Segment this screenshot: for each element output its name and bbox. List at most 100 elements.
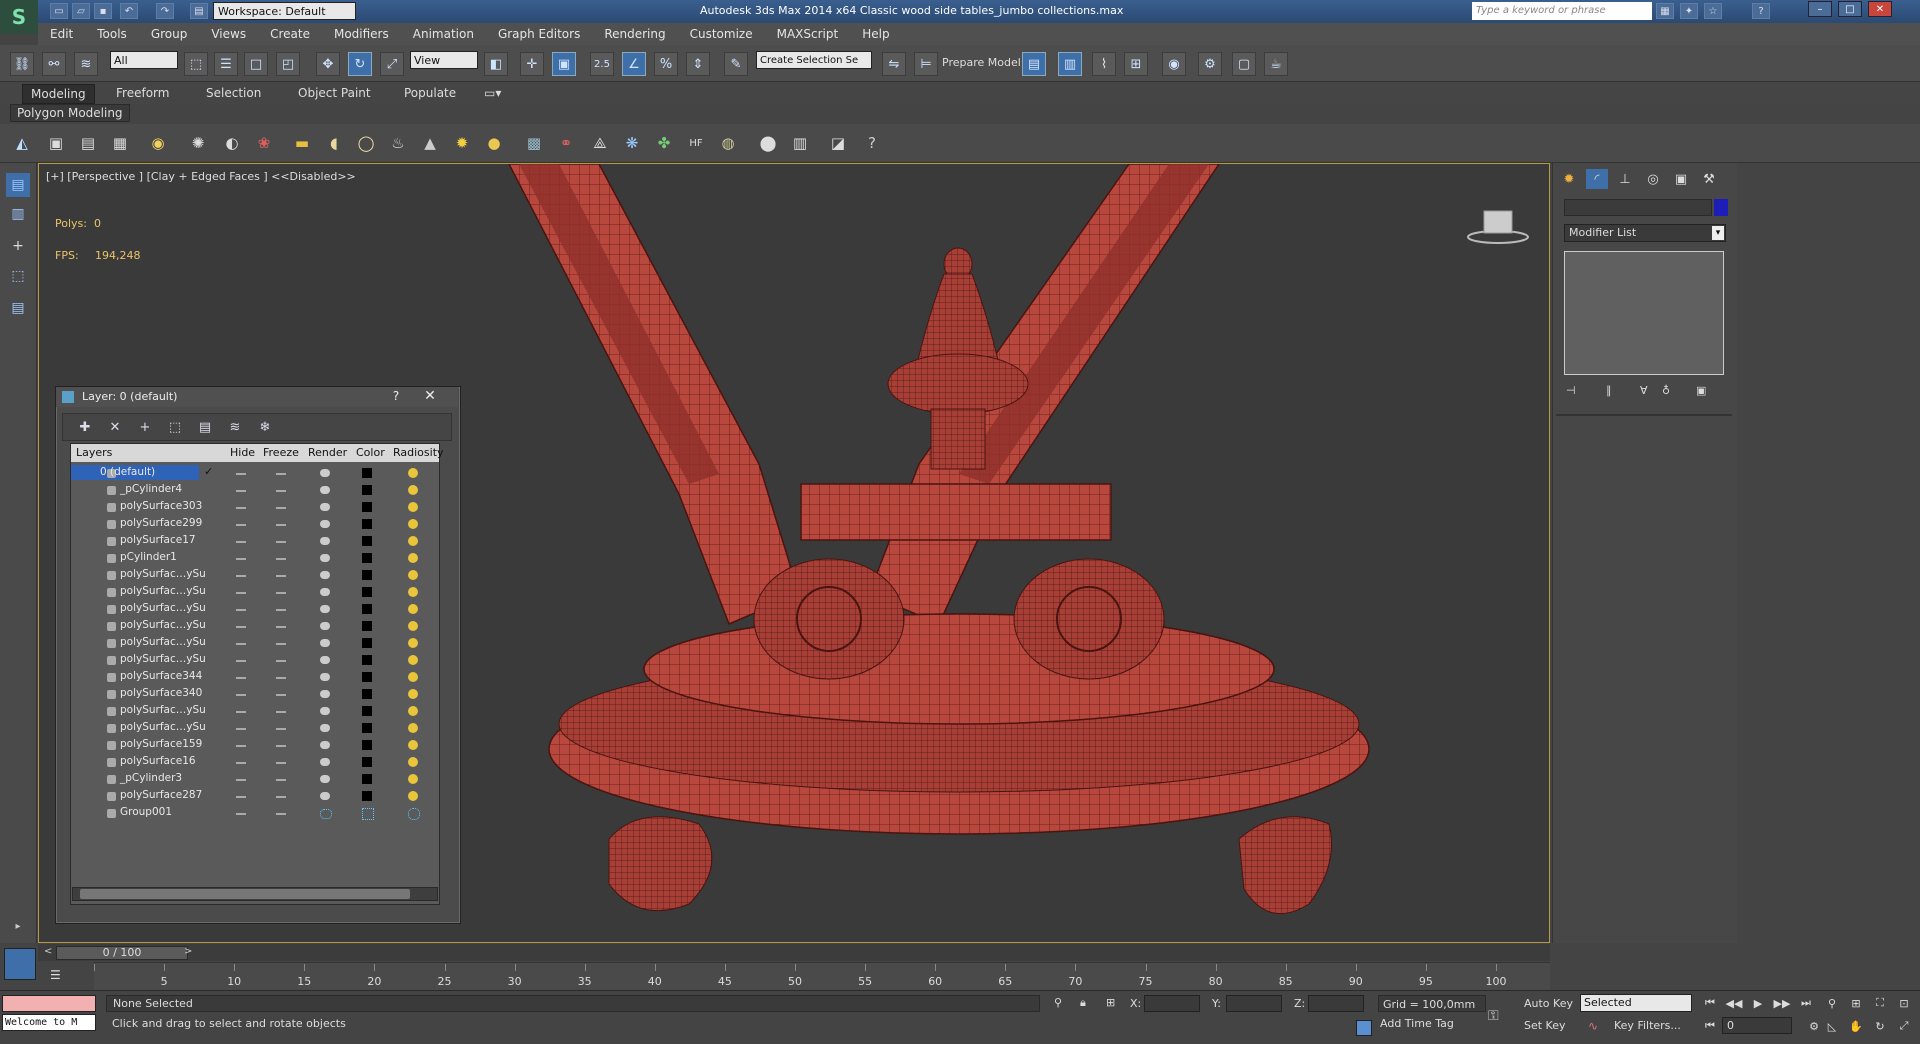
render-teapot-icon[interactable] — [320, 605, 330, 613]
modifier-stack[interactable] — [1564, 251, 1724, 375]
create-tab-icon[interactable]: ✹ — [1558, 169, 1580, 189]
color-swatch[interactable] — [362, 536, 372, 546]
hide-toggle-icon[interactable] — [236, 728, 246, 730]
motion-tab-icon[interactable]: ◎ — [1642, 169, 1664, 189]
freeze-toggle-icon[interactable] — [276, 694, 286, 696]
named-selection-dropdown[interactable]: Create Selection Se — [756, 51, 872, 69]
radiosity-icon[interactable] — [408, 791, 418, 801]
layer-row-name[interactable]: polySurfac…ySu — [120, 602, 206, 614]
time-prev-arrow-icon[interactable]: < — [44, 946, 52, 957]
next-frame-icon[interactable]: ▶▶ — [1772, 994, 1792, 1012]
radiosity-icon[interactable] — [408, 757, 418, 767]
time-slider[interactable]: 0 / 100 — [56, 946, 188, 960]
layer-stack-icon[interactable]: ▥ — [6, 202, 30, 226]
hide-toggle-icon[interactable] — [236, 507, 246, 509]
color-swatch[interactable] — [362, 723, 372, 733]
time-config-icon[interactable]: ⚙ — [1804, 1017, 1824, 1035]
freeze-toggle-icon[interactable] — [276, 813, 286, 815]
cloth-icon[interactable]: ◍ — [716, 131, 740, 155]
select-and-link-icon[interactable]: ⛓ — [10, 52, 34, 76]
link-objects-icon[interactable]: ⚭ — [554, 131, 578, 155]
particle-flow-icon[interactable]: ❋ — [620, 131, 644, 155]
render-teapot-icon[interactable] — [320, 724, 330, 732]
z-coordinate-field[interactable] — [1308, 995, 1364, 1012]
select-layer-icon[interactable]: ⬚ — [6, 264, 30, 288]
column-freeze[interactable]: Freeze — [263, 446, 299, 459]
layer-row[interactable]: polySurface287 — [72, 788, 438, 805]
layer-row[interactable]: polySurface340 — [72, 686, 438, 703]
freeze-toggle-icon[interactable] — [276, 575, 286, 577]
previous-frame-icon[interactable]: ◀◀ — [1724, 994, 1744, 1012]
scroll-thumb[interactable] — [80, 889, 410, 899]
maxscript-welcome-text[interactable]: Welcome to M — [2, 1014, 96, 1031]
radiosity-icon[interactable] — [408, 570, 418, 580]
hide-toggle-icon[interactable] — [236, 660, 246, 662]
align-icon[interactable]: ⊨ — [914, 52, 938, 76]
render-teapot-icon[interactable] — [320, 622, 330, 630]
pin-stack-icon[interactable]: ⊣ — [1566, 384, 1584, 400]
layer-row-name[interactable]: polySurfac…ySu — [120, 585, 206, 597]
trackbar-menu-icon[interactable]: ☰ — [50, 968, 61, 982]
layer-close-button[interactable]: ✕ — [418, 387, 442, 405]
layer-row-name[interactable]: polySurface16 — [120, 755, 196, 767]
new-file-icon[interactable]: ▭ — [50, 3, 68, 19]
go-to-start-icon[interactable]: ⏮ — [1700, 994, 1720, 1012]
layer-row[interactable]: polySurfac…ySu — [72, 567, 438, 584]
hierarchy-tab-icon[interactable]: ⊥ — [1614, 169, 1636, 189]
layer-row[interactable]: polySurfac…ySu — [72, 703, 438, 720]
help-icon[interactable]: ? — [1752, 3, 1770, 19]
freeze-toggle-icon[interactable] — [276, 762, 286, 764]
freeze-toggle-icon[interactable] — [276, 745, 286, 747]
render-teapot-icon[interactable] — [320, 486, 330, 494]
layer-row[interactable]: polySurfac…ySu — [72, 618, 438, 635]
color-swatch[interactable] — [362, 689, 372, 699]
radiosity-icon[interactable] — [408, 808, 420, 820]
layer-row[interactable]: pCylinder1 — [72, 550, 438, 567]
selection-filter-dropdown[interactable]: All — [110, 51, 178, 69]
prepare-model-label[interactable]: Prepare Model — [942, 56, 1021, 69]
render-teapot-icon[interactable] — [320, 588, 330, 596]
render-teapot-icon[interactable] — [320, 690, 330, 698]
minimize-button[interactable]: – — [1808, 1, 1832, 17]
column-render[interactable]: Render — [308, 446, 347, 459]
freeze-toggle-icon[interactable] — [276, 558, 286, 560]
layer-row-name[interactable]: _pCylinder4 — [120, 483, 182, 495]
remove-modifier-icon[interactable]: ♁ — [1662, 384, 1680, 400]
create-layer-icon[interactable]: ✚ — [74, 416, 96, 438]
hide-toggle-icon[interactable] — [236, 524, 246, 526]
communication-center-icon[interactable]: ✦ — [1680, 3, 1698, 19]
hair-icon[interactable]: ◐ — [220, 131, 244, 155]
radiosity-icon[interactable] — [408, 689, 418, 699]
redo-icon[interactable]: ↷ — [156, 3, 174, 19]
key-mode-dropdown[interactable]: Selected — [1580, 994, 1692, 1012]
radiosity-icon[interactable] — [408, 723, 418, 733]
current-layer-check-icon[interactable]: ✓ — [204, 465, 213, 478]
column-layers[interactable]: Layers — [76, 446, 112, 459]
color-swatch[interactable] — [362, 587, 372, 597]
freeze-toggle-icon[interactable] — [276, 473, 286, 475]
menu-views[interactable]: Views — [199, 27, 258, 41]
mesh-particles-icon[interactable]: ▩ — [522, 131, 546, 155]
layer-row-name[interactable]: polySurfac…ySu — [120, 721, 206, 733]
key-mode-toggle-icon[interactable]: ⏮ — [1700, 1017, 1720, 1035]
hide-toggle-icon[interactable] — [236, 609, 246, 611]
layer-row[interactable]: polySurfac…ySu — [72, 584, 438, 601]
material-editor-icon[interactable]: ◉ — [1162, 52, 1186, 76]
freeze-toggle-icon[interactable] — [276, 507, 286, 509]
highlight-selected-icon[interactable]: ▤ — [194, 416, 216, 438]
menu-animation[interactable]: Animation — [401, 27, 486, 41]
spinner-snap-icon[interactable]: ⇕ — [686, 52, 710, 76]
camera-sequencer-icon[interactable]: ❀ — [252, 131, 276, 155]
color-swatch[interactable] — [362, 774, 372, 784]
column-hide[interactable]: Hide — [230, 446, 255, 459]
radiosity-icon[interactable] — [408, 774, 418, 784]
object-color-swatch[interactable] — [1714, 199, 1728, 216]
maxscript-listener-input[interactable] — [2, 995, 96, 1012]
color-swatch[interactable] — [362, 553, 372, 563]
freeze-unfreeze-all-icon[interactable]: ❄ — [254, 416, 276, 438]
layer-row-name[interactable]: polySurface159 — [120, 738, 202, 750]
add-time-tag[interactable]: Add Time Tag — [1380, 1017, 1454, 1030]
menu-create[interactable]: Create — [258, 27, 322, 41]
auto-key-button[interactable]: Auto Key — [1524, 997, 1573, 1010]
ribbon-options-icon[interactable]: ▭▾ — [476, 84, 509, 102]
